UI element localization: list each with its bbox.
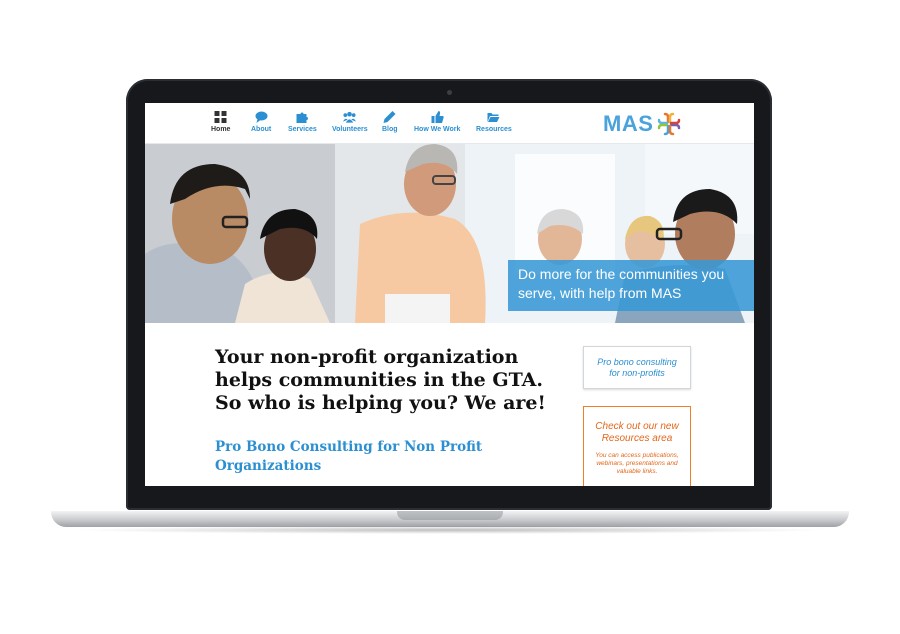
nav-label-how-we-work: How We Work	[414, 126, 461, 133]
nav-item-resources[interactable]: Resources	[476, 111, 512, 133]
logo-text: MAS	[603, 111, 654, 136]
folder-icon	[487, 113, 500, 122]
grid-icon	[214, 111, 227, 123]
nav-item-how-we-work[interactable]: How We Work	[414, 111, 460, 133]
people-icon	[343, 111, 357, 123]
mas-logo[interactable]: MAS	[603, 111, 681, 137]
nav-label-services: Services	[288, 126, 317, 133]
speech-bubble-icon	[255, 111, 268, 123]
laptop-shadow	[70, 526, 830, 534]
website-screen: Home About Services Volunteers Blog How …	[145, 103, 754, 486]
laptop-notch	[397, 511, 503, 520]
nav-item-about[interactable]: About	[251, 111, 271, 133]
nav-label-home: Home	[211, 126, 231, 133]
page-headline: Your non-profit organization helps commu…	[215, 346, 546, 414]
nav-item-home[interactable]: Home	[211, 111, 230, 133]
laptop-camera	[447, 90, 452, 95]
logo-mark-icon	[658, 112, 681, 136]
top-navigation: Home About Services Volunteers Blog How …	[145, 103, 754, 144]
section-subheading: Pro Bono Consulting for Non Profit Organ…	[215, 439, 483, 474]
hero-banner: Do more for the communities you serve, w…	[145, 144, 754, 323]
promo-title: Check out our new Resources area	[595, 421, 679, 444]
nav-item-services[interactable]: Services	[288, 111, 317, 133]
thumbs-up-icon	[431, 111, 444, 123]
puzzle-icon	[296, 112, 308, 123]
hero-caption: Do more for the communities you serve, w…	[508, 260, 754, 311]
nav-item-volunteers[interactable]: Volunteers	[332, 111, 368, 133]
pencil-icon	[383, 111, 396, 123]
pro-bono-consulting-button[interactable]: Pro bono consulting for non-profits	[583, 346, 691, 389]
resources-promo-box[interactable]: Check out our new Resources area You can…	[583, 406, 691, 486]
nav-label-about: About	[251, 126, 272, 133]
nav-label-resources: Resources	[476, 126, 512, 133]
nav-label-volunteers: Volunteers	[332, 126, 368, 133]
promo-text: You can access publications, webinars, p…	[595, 452, 679, 475]
nav-label-blog: Blog	[382, 126, 398, 133]
nav-item-blog[interactable]: Blog	[382, 111, 398, 133]
